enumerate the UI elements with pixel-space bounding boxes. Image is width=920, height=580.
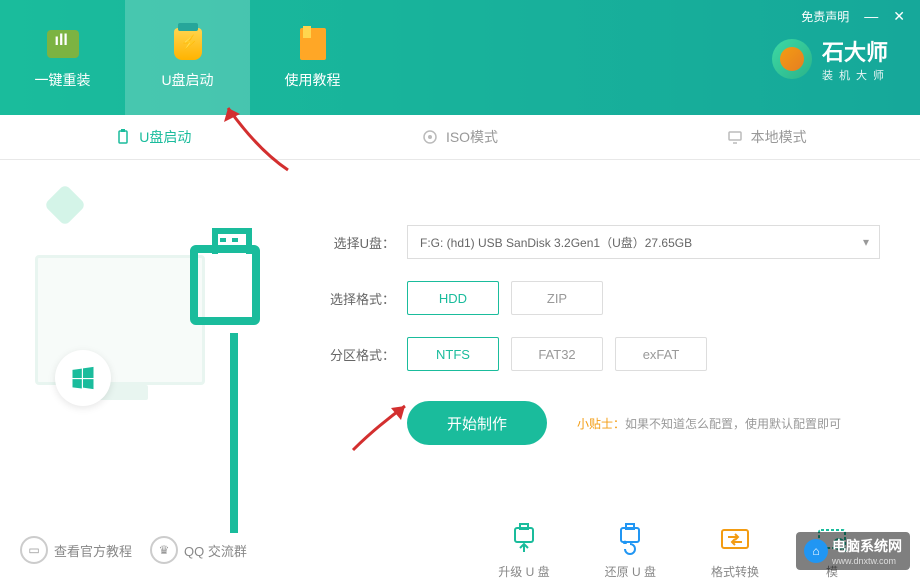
qq-icon: ♛ <box>150 536 178 564</box>
upgrade-icon <box>506 521 542 557</box>
start-create-button[interactable]: 开始制作 <box>407 401 547 445</box>
usb-boot-icon <box>170 26 206 62</box>
tutorial-icon <box>295 26 331 62</box>
tab-label: U盘启动 <box>161 70 213 90</box>
main-content: 选择U盘： F:G: (hd1) USB SanDisk 3.2Gen1（U盘）… <box>0 160 920 520</box>
reinstall-icon <box>45 26 81 62</box>
decoration-shape <box>44 184 86 226</box>
disk-select[interactable]: F:G: (hd1) USB SanDisk 3.2Gen1（U盘）27.65G… <box>407 225 880 259</box>
tab-reinstall[interactable]: 一键重装 <box>0 0 125 115</box>
brand-icon <box>772 39 812 79</box>
monitor-icon <box>727 129 743 145</box>
sub-tab-label: ISO模式 <box>446 127 498 147</box>
windows-badge <box>55 350 111 406</box>
header-controls: 免责声明 — ✕ <box>801 8 905 25</box>
partition-exfat-button[interactable]: exFAT <box>615 337 707 371</box>
sub-tab-label: U盘启动 <box>139 127 191 147</box>
brand-subtitle: 装机大师 <box>822 67 890 83</box>
brand-logo: 石大师 装机大师 <box>772 35 890 83</box>
main-tabs: 一键重装 U盘启动 使用教程 <box>0 0 375 115</box>
config-form: 选择U盘： F:G: (hd1) USB SanDisk 3.2Gen1（U盘）… <box>305 160 920 520</box>
disc-icon <box>422 129 438 145</box>
restore-usb-button[interactable]: 还原 U 盘 <box>605 521 656 580</box>
watermark-title: 电脑系统网 <box>832 538 902 554</box>
tab-label: 使用教程 <box>285 70 341 90</box>
tip-text: 小贴士：如果不知道怎么配置，使用默认配置即可 <box>577 415 841 432</box>
bottom-bar: ▭ 查看官方教程 ♛ QQ 交流群 升级 U 盘 还原 U 盘 格式转换 <box>0 520 920 580</box>
sub-tabs: U盘启动 ISO模式 本地模式 <box>0 115 920 160</box>
sub-tab-usb[interactable]: U盘启动 <box>0 115 307 159</box>
tab-label: 一键重装 <box>35 70 91 90</box>
partition-ntfs-button[interactable]: NTFS <box>407 337 499 371</box>
book-icon: ▭ <box>20 536 48 564</box>
upgrade-usb-button[interactable]: 升级 U 盘 <box>498 521 549 580</box>
usb-icon <box>115 129 131 145</box>
sub-tab-local[interactable]: 本地模式 <box>613 115 920 159</box>
qq-group-link[interactable]: ♛ QQ 交流群 <box>150 536 247 564</box>
official-tutorial-link[interactable]: ▭ 查看官方教程 <box>20 536 132 564</box>
format-label: 选择格式： <box>315 289 395 308</box>
sub-tab-iso[interactable]: ISO模式 <box>307 115 614 159</box>
close-button[interactable]: ✕ <box>893 8 905 25</box>
format-convert-button[interactable]: 格式转换 <box>711 521 759 580</box>
watermark: ⌂ 电脑系统网 www.dnxtw.com <box>796 532 910 570</box>
minimize-button[interactable]: — <box>864 8 878 25</box>
partition-fat32-button[interactable]: FAT32 <box>511 337 603 371</box>
tab-tutorial[interactable]: 使用教程 <box>250 0 375 115</box>
partition-label: 分区格式： <box>315 345 395 364</box>
disk-value: F:G: (hd1) USB SanDisk 3.2Gen1（U盘）27.65G… <box>420 234 692 251</box>
watermark-url: www.dnxtw.com <box>832 556 902 566</box>
convert-icon <box>717 521 753 557</box>
tip-label: 小贴士： <box>577 417 625 431</box>
usb-illustration <box>190 245 260 325</box>
illustration-panel <box>0 160 305 520</box>
format-hdd-button[interactable]: HDD <box>407 281 499 315</box>
disk-label: 选择U盘： <box>315 233 395 252</box>
format-zip-button[interactable]: ZIP <box>511 281 603 315</box>
app-header: 一键重装 U盘启动 使用教程 免责声明 — ✕ 石大师 装机大师 <box>0 0 920 115</box>
tab-usb-boot[interactable]: U盘启动 <box>125 0 250 115</box>
sub-tab-label: 本地模式 <box>751 127 807 147</box>
brand-title: 石大师 <box>822 35 890 67</box>
disclaimer-link[interactable]: 免责声明 <box>801 8 849 25</box>
home-icon: ⌂ <box>804 539 828 563</box>
restore-icon <box>612 521 648 557</box>
